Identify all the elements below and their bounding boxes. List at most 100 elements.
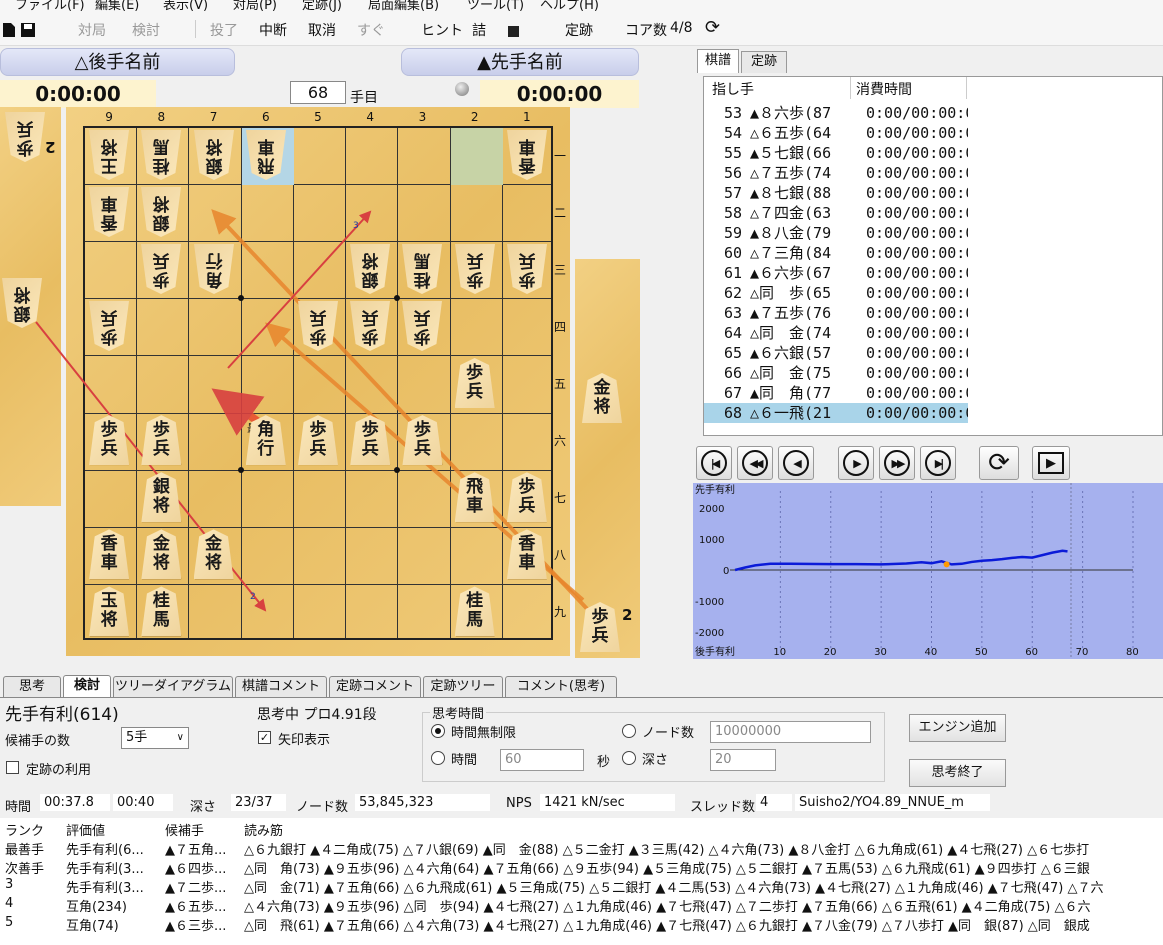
kifu-row[interactable]: 58 △７四金(63 0:00/00:00:0: [704, 203, 968, 223]
kifu-move-number: 56: [724, 164, 743, 182]
piece-sente[interactable]: 香車: [89, 529, 130, 580]
candidates-select[interactable]: 5手 ∨: [121, 727, 189, 749]
piece-gote[interactable]: 歩兵: [141, 244, 181, 294]
pv-header[interactable]: 候補手: [165, 820, 204, 839]
piece-gote[interactable]: 香車: [89, 187, 129, 237]
tab-joseki[interactable]: 定跡: [741, 51, 787, 73]
kifu-row[interactable]: 62 △同 歩(65 0:00/00:00:0: [704, 283, 968, 303]
pv-row[interactable]: 次善手 先手有利(3... ▲６四歩... △同 角(73) ▲９五歩(96) △４六…: [0, 857, 1163, 877]
unlimited-radio[interactable]: [431, 724, 445, 738]
eval-graph[interactable]: 10 20 30 40 50 60 70 80 2000 1000 0 -1000 -2000 先手有利後…: [693, 483, 1163, 659]
back-10-button[interactable]: ◀◀: [737, 446, 773, 480]
piece-gote[interactable]: 歩兵: [89, 301, 129, 351]
kifu-row[interactable]: 56 △７五歩(74 0:00/00:00:0: [704, 163, 968, 183]
kifu-row[interactable]: 63 ▲７五歩(76 0:00/00:00:0: [704, 303, 968, 323]
pv-header[interactable]: 評価値: [66, 820, 105, 839]
kifu-row[interactable]: 65 ▲６六銀(57 0:00/00:00:0: [704, 343, 968, 363]
piece-gote[interactable]: 王将: [89, 130, 129, 180]
piece-sente[interactable]: 角行: [245, 415, 286, 466]
nodes-input[interactable]: 10000000: [710, 721, 871, 743]
piece-gote[interactable]: 歩兵: [507, 244, 547, 294]
piece-sente[interactable]: 香車: [506, 529, 547, 580]
joseki-checkbox[interactable]: [6, 761, 19, 774]
gote-hand-piece[interactable]: 銀将: [2, 278, 42, 328]
add-engine-button[interactable]: エンジン追加: [909, 714, 1006, 742]
piece-gote[interactable]: 飛車: [246, 130, 286, 180]
kifu-row[interactable]: 59 ▲８八金(79 0:00/00:00:0: [704, 223, 968, 243]
back-button[interactable]: ◀: [778, 446, 814, 480]
kifu-row[interactable]: 53 ▲８六歩(87 0:00/00:00:0: [704, 103, 968, 123]
piece-gote[interactable]: 桂馬: [141, 130, 181, 180]
forward-button[interactable]: ▶: [838, 446, 874, 480]
piece-sente[interactable]: 桂馬: [141, 586, 182, 637]
kifu-row[interactable]: 55 ▲５七銀(66 0:00/00:00:0: [704, 143, 968, 163]
tab-4[interactable]: 定跡コメント: [329, 676, 421, 697]
tab-6[interactable]: コメント(思考): [505, 676, 617, 697]
piece-sente[interactable]: 飛車: [454, 472, 495, 523]
piece-gote[interactable]: 銀将: [194, 130, 234, 180]
kifu-row[interactable]: 60 △７三角(84 0:00/00:00:0: [704, 243, 968, 263]
kifu-row[interactable]: 57 ▲８七銀(88 0:00/00:00:0: [704, 183, 968, 203]
piece-sente[interactable]: 歩兵: [298, 415, 338, 466]
sente-hand-piece[interactable]: 歩兵: [580, 602, 620, 652]
time-radio[interactable]: [431, 751, 445, 765]
piece-sente[interactable]: 歩兵: [141, 415, 182, 466]
piece-sente[interactable]: 歩兵: [89, 415, 130, 466]
arrow-checkbox[interactable]: ✓: [258, 731, 271, 744]
kifu-row[interactable]: 61 ▲６六歩(67 0:00/00:00:0: [704, 263, 968, 283]
sente-hand-piece[interactable]: 金将: [582, 373, 622, 423]
kifu-row[interactable]: 67 ▲同 角(77 0:00/00:00:0: [704, 383, 968, 403]
tab-0[interactable]: 思考: [3, 676, 61, 697]
kifu-header-time[interactable]: 消費時間: [856, 79, 912, 99]
stop-thinking-button[interactable]: 思考終了: [909, 759, 1006, 787]
piece-gote[interactable]: 歩兵: [455, 244, 495, 294]
gote-hand-piece[interactable]: 歩兵: [5, 112, 45, 162]
piece-sente[interactable]: 玉将: [89, 586, 130, 637]
pv-row[interactable]: 最善手 先手有利(6... ▲７五角... △６九銀打 ▲４二角成(75) △７八銀(…: [0, 838, 1163, 858]
depth-input[interactable]: 20: [710, 749, 776, 771]
pv-header[interactable]: ランク: [5, 820, 44, 839]
refresh-icon[interactable]: ⟳: [705, 17, 720, 38]
kifu-row[interactable]: 66 △同 金(75 0:00/00:00:0: [704, 363, 968, 383]
depth-radio[interactable]: [622, 751, 636, 765]
piece-sente[interactable]: 歩兵: [350, 415, 391, 466]
pv-row[interactable]: 5 互角(74) ▲６三歩... △同 飛(61) ▲７五角(66) △４六角(73)…: [0, 914, 1163, 934]
piece-sente[interactable]: 金将: [193, 529, 234, 580]
tab-5[interactable]: 定跡ツリー: [423, 676, 503, 697]
first-move-button[interactable]: |◀: [696, 446, 732, 480]
time-input[interactable]: 60: [500, 749, 584, 771]
piece-gote[interactable]: 歩兵: [402, 301, 442, 351]
piece-gote[interactable]: 香車: [507, 130, 547, 180]
last-move-button[interactable]: ▶|: [920, 446, 956, 480]
kifu-header-move[interactable]: 指し手: [712, 79, 754, 99]
forward-10-button[interactable]: ▶▶: [879, 446, 915, 480]
piece-gote[interactable]: 歩兵: [298, 301, 338, 351]
piece-gote[interactable]: 銀将: [141, 187, 181, 237]
tab-3[interactable]: 棋譜コメント: [235, 676, 327, 697]
flip-board-button[interactable]: ⟳: [979, 446, 1019, 480]
piece-gote[interactable]: 桂馬: [402, 244, 442, 294]
pv-table[interactable]: ランク 評価値 候補手 読み筋 最善手 先手有利(6... ▲７五角... △６九銀打 ▲４二…: [0, 818, 1163, 945]
pv-header[interactable]: 読み筋: [244, 820, 283, 839]
piece-sente[interactable]: 歩兵: [402, 415, 443, 466]
piece-gote[interactable]: 角行: [194, 244, 234, 294]
tab-1[interactable]: 検討: [63, 675, 111, 697]
pv-row[interactable]: 3 先手有利(3... ▲７二歩... △同 金(71) ▲７五角(66) △６九飛成…: [0, 876, 1163, 896]
pv-row[interactable]: 4 互角(234) ▲６五歩... △４六角(73) ▲９五歩(96) △同 歩(94…: [0, 895, 1163, 915]
kifu-list[interactable]: 指し手 消費時間 53 ▲８六歩(87 0:00/00:00:0 54 △６五歩(64 0…: [703, 76, 1163, 436]
piece-gote[interactable]: 歩兵: [350, 301, 390, 351]
kifu-row[interactable]: 64 △同 金(74 0:00/00:00:0: [704, 323, 968, 343]
kifu-row[interactable]: 68 △６一飛(21 0:00/00:00:0: [704, 403, 968, 423]
piece-sente[interactable]: 金将: [141, 529, 182, 580]
piece-sente[interactable]: 銀将: [141, 472, 182, 523]
piece-sente[interactable]: 歩兵: [454, 358, 495, 408]
piece-sente[interactable]: 歩兵: [506, 472, 547, 523]
playback-button[interactable]: ▶: [1032, 446, 1070, 480]
piece-gote[interactable]: 銀将: [350, 244, 390, 294]
nodes-radio[interactable]: [622, 724, 636, 738]
kifu-row[interactable]: 54 △６五歩(64 0:00/00:00:0: [704, 123, 968, 143]
tab-2[interactable]: ツリーダイアグラム: [113, 676, 233, 697]
tab-kifu[interactable]: 棋譜: [697, 49, 739, 73]
graph-bottom-label: 後手有利: [695, 645, 735, 658]
piece-sente[interactable]: 桂馬: [454, 586, 495, 637]
